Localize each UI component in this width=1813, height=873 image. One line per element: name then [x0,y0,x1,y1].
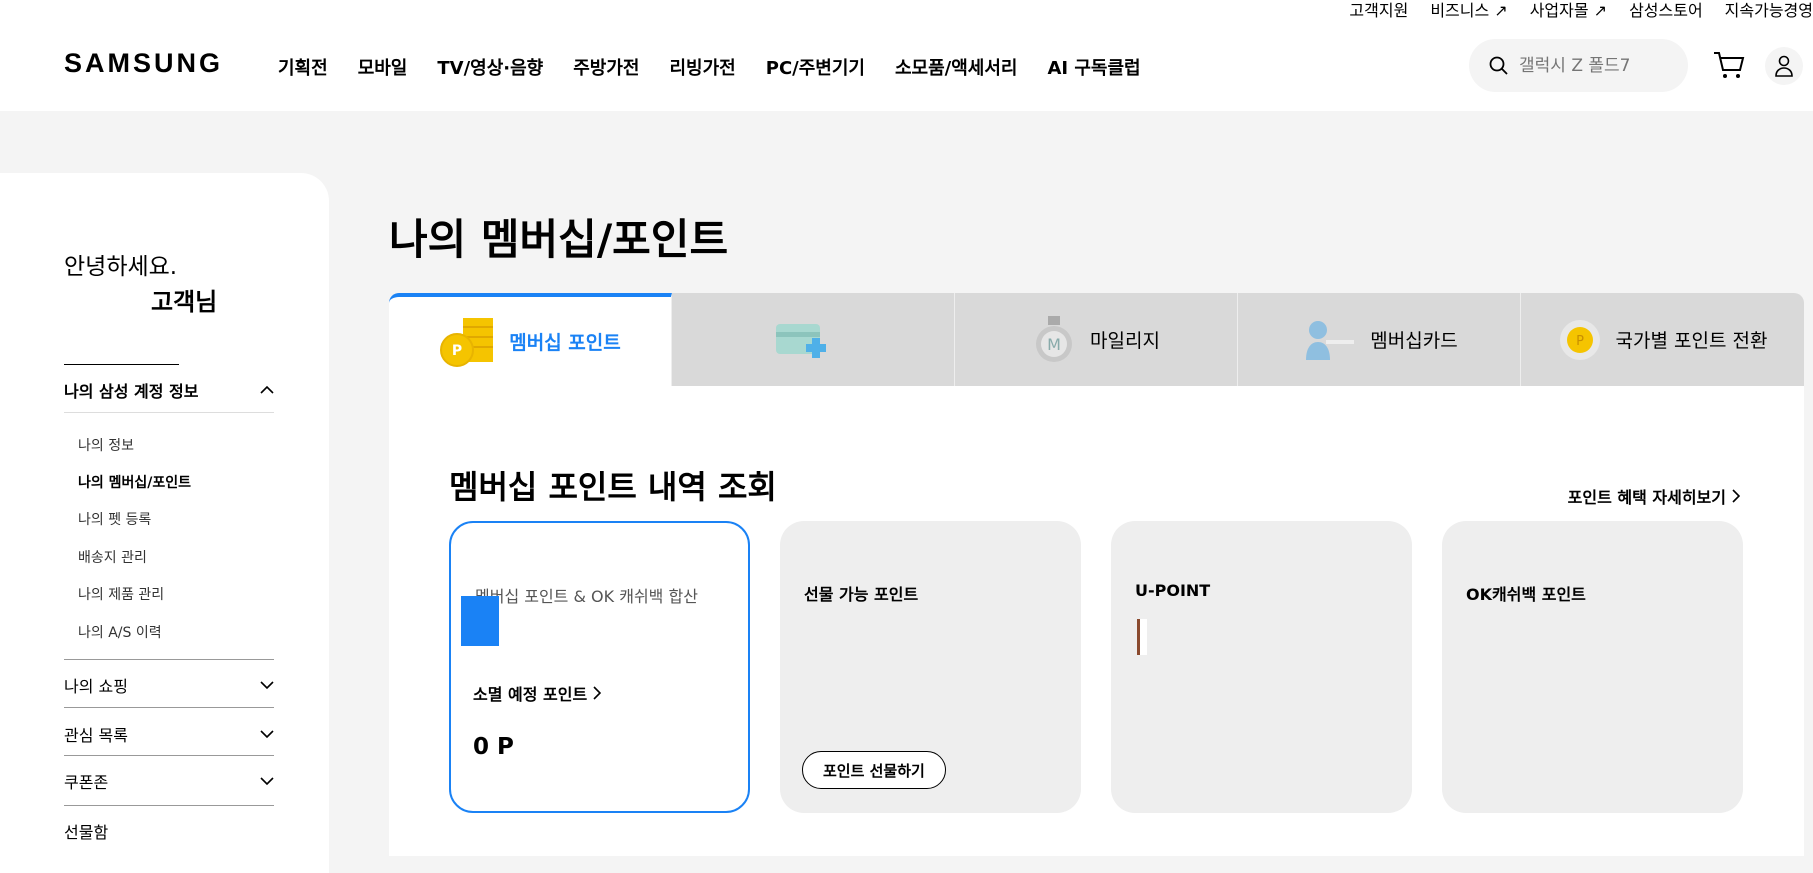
card-plus-icon [776,323,826,358]
expiring-points-value: 0 P [473,734,514,760]
section-title: 멤버십 포인트 내역 조회 [449,468,777,506]
search-input[interactable] [1519,55,1669,76]
site-header: 고객지원 비즈니스 ↗ 사업자몰 ↗ 삼성스토어 지속가능경영 SAMSUNG … [0,0,1813,111]
utility-links: 고객지원 비즈니스 ↗ 사업자몰 ↗ 삼성스토어 지속가능경영 [1349,0,1813,21]
menu-coupon-zone[interactable]: 쿠폰존 [64,769,274,793]
giftable-points-card: 선물 가능 포인트 포인트 선물하기 [780,521,1081,813]
svg-text:M: M [1047,335,1061,354]
tab-mileage[interactable]: M 마일리지 [955,293,1238,386]
card-label: 멤버십 포인트 & OK 캐쉬백 합산 [475,587,698,606]
sub-item-membership[interactable]: 나의 멤버십/포인트 [78,472,191,492]
chevron-down-icon [260,777,274,786]
sub-item-pet[interactable]: 나의 펫 등록 [78,509,151,529]
search-box[interactable] [1469,39,1688,92]
menu-account-info[interactable]: 나의 삼성 계정 정보 [64,378,274,413]
tab-card-points[interactable] [672,293,955,386]
util-link-business[interactable]: 비즈니스 ↗ [1430,0,1507,21]
card-label: 선물 가능 포인트 [804,585,919,604]
total-points-card[interactable]: 멤버십 포인트 & OK 캐쉬백 합산 소멸 예정 포인트 0 P [449,521,750,813]
points-content: 멤버십 포인트 내역 조회 포인트 혜택 자세히보기 멤버십 포인트 & OK … [389,386,1804,856]
svg-text:P: P [452,343,462,359]
svg-text:P: P [1576,334,1584,349]
util-link-support[interactable]: 고객지원 [1349,0,1408,21]
tab-membership-card-label: 멤버십카드 [1370,330,1458,352]
chevron-up-icon [260,385,274,394]
greeting-text: 안녕하세요. [64,254,178,280]
menu-my-shopping[interactable]: 나의 쇼핑 [64,673,274,697]
user-name: 고객님 [151,288,218,316]
nav-item-ai-club[interactable]: AI 구독클럽 [1047,54,1140,80]
person-card-icon [1306,320,1355,360]
divider [64,659,274,660]
expiring-points-link[interactable]: 소멸 예정 포인트 [473,681,602,705]
card-label: OK캐쉬백 포인트 [1466,585,1586,604]
nav-item-mobile[interactable]: 모바일 [358,54,408,80]
chevron-right-icon [1732,489,1740,503]
divider [64,805,274,806]
tab-mileage-label: 마일리지 [1090,330,1160,352]
points-value-placeholder [461,596,499,646]
u-point-card: U-POINT [1111,521,1412,813]
point-benefits-link[interactable]: 포인트 혜택 자세히보기 [1568,484,1740,508]
util-link-store[interactable]: 삼성스토어 [1629,0,1703,21]
sub-item-address[interactable]: 배송지 관리 [78,547,147,567]
tab-membership-card[interactable]: 멤버십카드 [1238,293,1521,386]
point-benefits-link-label: 포인트 혜택 자세히보기 [1567,488,1726,507]
card-label: U-POINT [1135,581,1211,600]
menu-gift-box[interactable]: 선물함 [64,819,274,843]
coin-icon: P [1559,319,1600,360]
chevron-right-icon [593,686,602,700]
tab-membership-points[interactable]: P 멤버십 포인트 [389,293,672,386]
util-link-sustainability[interactable]: 지속가능경영 [1725,0,1813,21]
search-icon [1489,56,1508,75]
tab-membership-points-label: 멤버십 포인트 [509,332,621,354]
membership-tabs: P 멤버십 포인트 M 마일리지 멤버십카드 P 국가별 포인트 전환 [389,293,1804,386]
divider [64,755,274,756]
page-title: 나의 멤버십/포인트 [389,215,729,264]
menu-wishlist[interactable]: 관심 목록 [64,722,274,746]
samsung-logo[interactable]: SAMSUNG [64,48,223,79]
util-link-biz-mall[interactable]: 사업자몰 ↗ [1530,0,1607,21]
gift-points-button[interactable]: 포인트 선물하기 [802,751,946,789]
sub-item-as-history[interactable]: 나의 A/S 이력 [78,622,162,642]
menu-my-shopping-label: 나의 쇼핑 [64,677,128,696]
medal-icon: M [1036,315,1073,362]
value-placeholder [1137,619,1147,655]
sub-item-my-info[interactable]: 나의 정보 [78,435,134,455]
nav-item-kitchen[interactable]: 주방가전 [573,54,639,80]
menu-gift-box-label: 선물함 [64,823,109,842]
chevron-down-icon [260,730,274,739]
menu-account-info-label: 나의 삼성 계정 정보 [64,382,199,401]
nav-item-tv-audio[interactable]: TV/영상·음향 [437,54,543,80]
nav-item-accessories[interactable]: 소모품/액세서리 [895,54,1018,80]
coin-stack-icon: P [440,317,494,367]
user-icon[interactable] [1765,47,1803,85]
nav-item-promotions[interactable]: 기획전 [278,54,328,80]
nav-item-living[interactable]: 리빙가전 [670,54,736,80]
sub-item-products[interactable]: 나의 제품 관리 [78,584,164,604]
menu-wishlist-label: 관심 목록 [64,726,128,745]
tab-country-conversion-label: 국가별 포인트 전환 [1615,330,1768,352]
expiring-points-label: 소멸 예정 포인트 [473,685,588,704]
nav-item-pc[interactable]: PC/주변기기 [766,54,865,80]
main-nav: 기획전 모바일 TV/영상·음향 주방가전 리빙가전 PC/주변기기 소모품/액… [278,54,1141,80]
tab-country-conversion[interactable]: P 국가별 포인트 전환 [1521,293,1804,386]
divider [64,364,179,365]
menu-coupon-zone-label: 쿠폰존 [64,773,109,792]
mypage-sidebar: 안녕하세요. 고객님 나의 삼성 계정 정보 나의 정보 나의 멤버십/포인트 … [0,173,329,873]
chevron-down-icon [260,681,274,690]
ok-cashbag-card: OK캐쉬백 포인트 [1442,521,1743,813]
divider [64,707,274,708]
cart-icon[interactable] [1713,50,1745,84]
